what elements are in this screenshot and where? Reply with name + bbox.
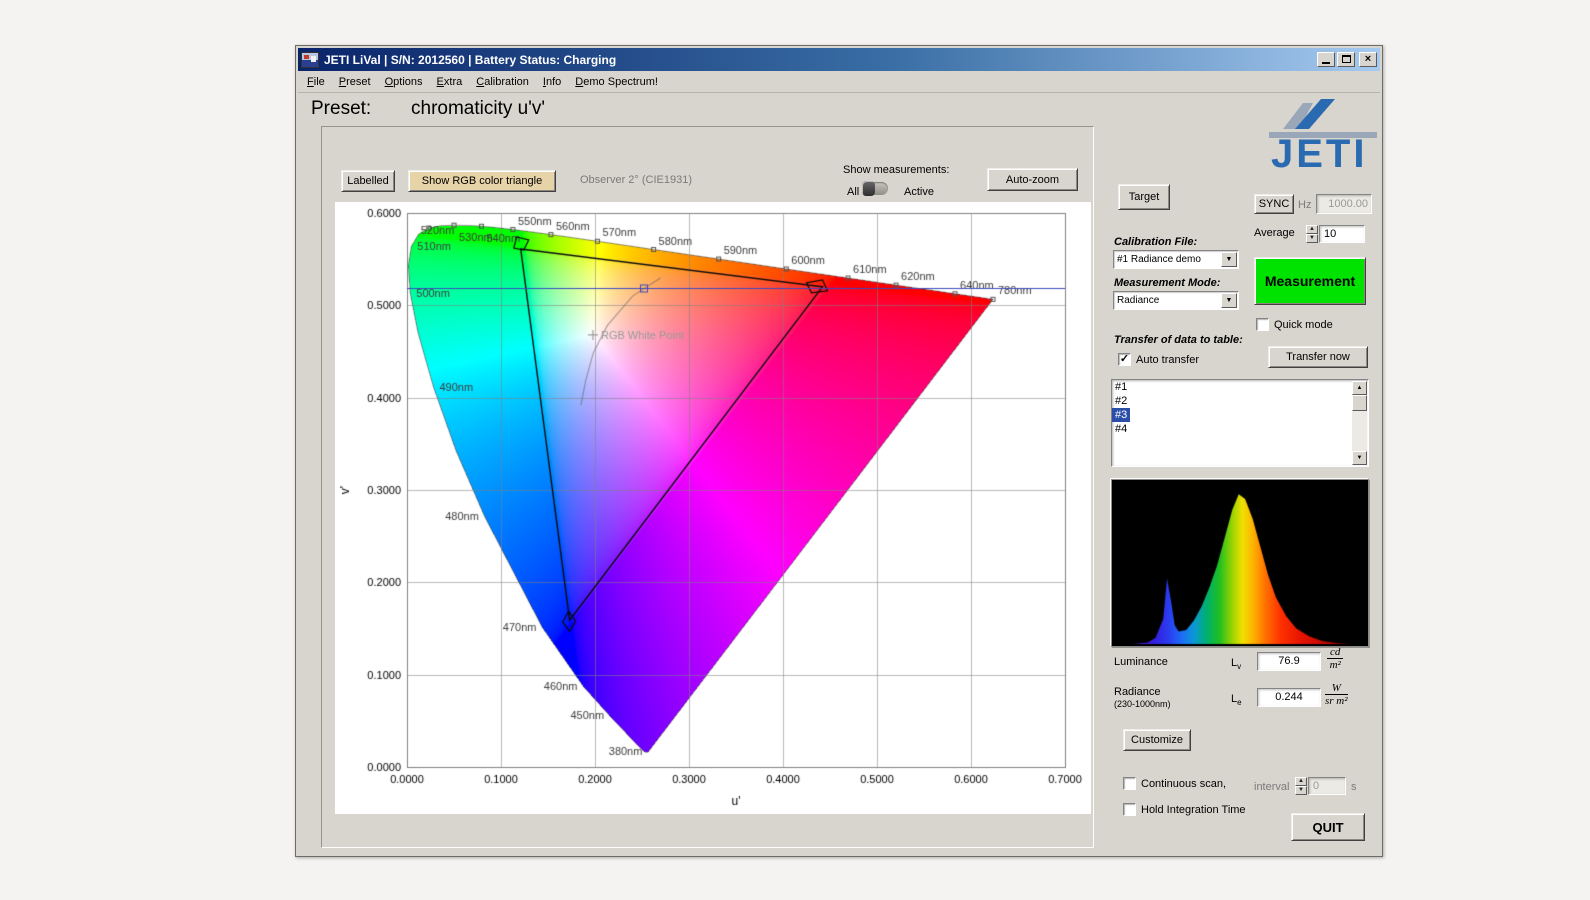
list-item[interactable]: #3 [1112,408,1130,422]
sync-frequency-input[interactable]: 1000.00 [1316,194,1372,214]
continuous-scan-checkbox-row: Continuous scan, [1123,777,1226,790]
menu-info[interactable]: Info [536,73,568,91]
average-input[interactable]: 10 [1319,225,1365,243]
measurement-mode-label: Measurement Mode: [1114,277,1220,289]
interval-unit-label: s [1351,781,1357,793]
auto-transfer-checkbox[interactable]: ✓ [1118,353,1131,366]
average-label: Average [1254,227,1295,239]
maximize-icon [1342,55,1351,63]
menu-options[interactable]: Options [378,73,430,91]
sync-button[interactable]: SYNC [1254,194,1294,214]
quick-mode-label: Quick mode [1274,319,1333,331]
menu-file[interactable]: File [300,73,332,91]
auto-transfer-label: Auto transfer [1136,354,1199,366]
quick-mode-checkbox-row: Quick mode [1256,318,1333,331]
list-item[interactable]: #1 [1112,380,1130,394]
continuous-scan-label: Continuous scan, [1141,778,1226,790]
spinner-down-icon[interactable]: ▼ [1295,786,1307,795]
scroll-down-icon[interactable]: ▼ [1352,451,1367,465]
measurements-toggle[interactable] [862,182,888,195]
auto-transfer-checkbox-row: ✓ Auto transfer [1118,353,1199,366]
measurement-mode-dropdown[interactable]: Radiance ▼ [1113,291,1239,310]
show-measurements-label: Show measurements: [843,164,949,176]
toggle-active-label: Active [904,186,934,198]
hold-integration-checkbox-row: Hold Integration Time [1123,803,1246,816]
menu-demo-spectrum-[interactable]: Demo Spectrum! [568,73,665,91]
measurement-listbox: ▲ ▼ #1#2#3#4 [1111,379,1369,467]
menu-bar: FilePresetOptionsExtraCalibrationInfoDem… [298,71,1380,93]
spinner-up-icon[interactable]: ▲ [1306,225,1318,234]
preset-label: Preset: [311,98,371,120]
quick-mode-checkbox[interactable] [1256,318,1269,331]
calibration-file-label: Calibration File: [1114,236,1197,248]
luminance-value: 76.9 [1257,652,1321,671]
close-icon: × [1360,53,1376,65]
customize-button[interactable]: Customize [1123,729,1191,751]
continuous-scan-checkbox[interactable] [1123,777,1136,790]
interval-input[interactable]: 0 [1308,777,1346,795]
measurement-mode-value: Radiance [1114,295,1221,306]
radiance-unit: W sr m² [1325,682,1348,707]
calibration-file-value: #1 Radiance demo [1114,254,1221,265]
chromaticity-chart-canvas[interactable] [335,202,1091,814]
radiance-symbol: Le [1231,693,1242,707]
spinner-down-icon[interactable]: ▼ [1306,234,1318,243]
menu-extra[interactable]: Extra [430,73,470,91]
maximize-button[interactable] [1337,52,1355,67]
interval-label: interval [1254,781,1289,793]
hold-integration-label: Hold Integration Time [1141,804,1246,816]
window-title: JETI LiVal | S/N: 2012560 | Battery Stat… [324,53,616,67]
average-spinner[interactable]: ▲▼ [1306,225,1318,243]
luminance-label: Luminance [1114,656,1168,668]
interval-spinner[interactable]: ▲▼ [1295,777,1307,795]
chevron-down-icon[interactable]: ▼ [1221,293,1237,308]
window-content: Preset: chromaticity u'v' Labelled Show … [298,93,1380,854]
luminance-unit: cd m² [1327,646,1343,671]
desktop-background: JETI LiVal | S/N: 2012560 | Battery Stat… [0,0,1590,900]
radiance-label: Radiance [1114,686,1160,698]
transfer-data-label: Transfer of data to table: [1114,334,1243,346]
transfer-now-button[interactable]: Transfer now [1268,346,1368,368]
title-bar[interactable]: JETI LiVal | S/N: 2012560 | Battery Stat… [298,48,1380,71]
spectrum-preview-panel [1111,479,1369,647]
measurement-button[interactable]: Measurement [1254,257,1366,305]
hz-label: Hz [1298,199,1311,211]
minimize-button[interactable] [1317,52,1335,67]
luminance-symbol: Lv [1231,657,1241,671]
list-item[interactable]: #2 [1112,394,1130,408]
target-button[interactable]: Target [1118,184,1170,210]
app-icon [301,52,319,68]
spinner-up-icon[interactable]: ▲ [1295,777,1307,786]
scrollbar-thumb[interactable] [1352,395,1367,411]
quit-button[interactable]: QUIT [1291,813,1365,841]
minimize-icon [1322,62,1330,64]
chart-panel: Labelled Show RGB color triangle Observe… [321,126,1094,848]
menu-preset[interactable]: Preset [332,73,378,91]
jeti-logo: JETI [1269,99,1377,171]
chevron-down-icon[interactable]: ▼ [1221,252,1237,267]
menu-calibration[interactable]: Calibration [469,73,536,91]
radiance-range-label: (230-1000nm) [1114,699,1171,709]
app-window: JETI LiVal | S/N: 2012560 | Battery Stat… [295,45,1383,857]
auto-zoom-button[interactable]: Auto-zoom [987,168,1078,191]
observer-label: Observer 2° (CIE1931) [580,174,692,186]
preset-value: chromaticity u'v' [411,98,545,120]
radiance-value: 0.244 [1257,688,1321,707]
spectrum-preview-canvas [1112,480,1368,646]
toggle-knob-icon [862,181,875,196]
toggle-all-label: All [847,186,859,198]
labelled-button[interactable]: Labelled [341,170,395,192]
svg-text:JETI: JETI [1271,132,1367,171]
listbox-scrollbar[interactable]: ▲ ▼ [1352,381,1367,465]
calibration-file-dropdown[interactable]: #1 Radiance demo ▼ [1113,250,1239,269]
scroll-up-icon[interactable]: ▲ [1352,381,1367,395]
show-rgb-triangle-button[interactable]: Show RGB color triangle [408,170,556,192]
list-item[interactable]: #4 [1112,422,1130,436]
hold-integration-checkbox[interactable] [1123,803,1136,816]
close-button[interactable]: × [1359,52,1377,67]
